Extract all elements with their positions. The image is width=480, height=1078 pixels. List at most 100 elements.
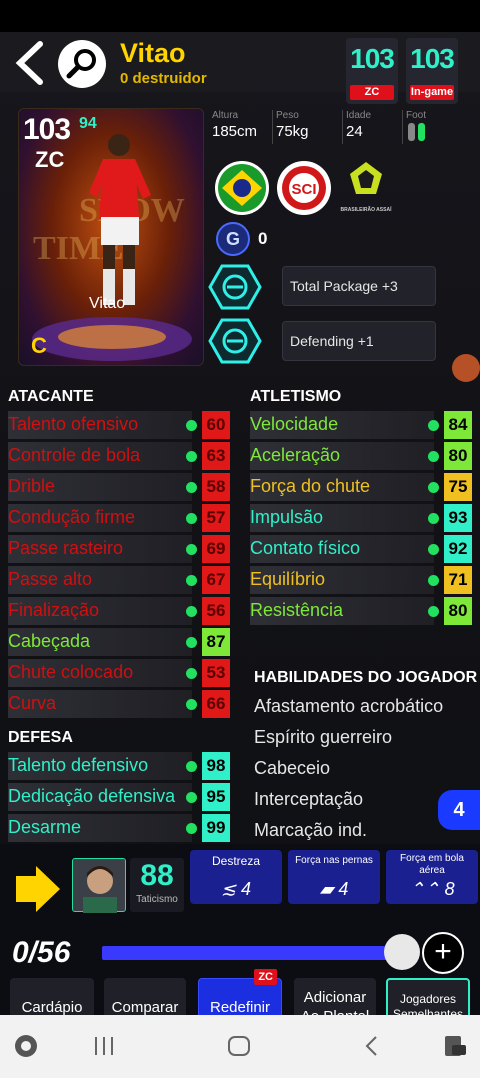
skill-item[interactable]: Espírito guerreiro xyxy=(254,727,392,748)
player-name: Vitao xyxy=(120,38,186,68)
forca-bola-box[interactable]: Força em bola aérea ⌃⌃ 8 xyxy=(386,850,478,904)
age-label: Idade xyxy=(346,110,372,121)
stat-name: Força do chute xyxy=(250,476,371,496)
boost-hex-icon xyxy=(208,318,262,364)
stat-name: Equilíbrio xyxy=(250,569,326,589)
card-grade: C xyxy=(31,333,47,358)
progress-fill xyxy=(102,946,390,960)
card-rating: 103 xyxy=(23,113,71,146)
skills-count-badge[interactable]: 4 xyxy=(438,790,480,830)
stat-indicator-icon xyxy=(186,761,197,772)
stat-name: Talento ofensivo xyxy=(8,414,139,434)
stat-indicator-icon xyxy=(428,482,439,493)
side-marker-icon[interactable] xyxy=(452,354,480,382)
stat-value: 99 xyxy=(202,814,230,842)
stat-indicator-icon xyxy=(186,823,197,834)
taticismo-value: 88 xyxy=(140,859,174,892)
compare-button[interactable]: Comparar xyxy=(104,978,186,1015)
rating-zc-box: 103 ZC xyxy=(346,38,398,104)
foot-icon xyxy=(408,123,425,141)
stat-row: Impulsão 93 xyxy=(250,504,472,532)
stat-row: Chute colocado 53 xyxy=(8,659,230,687)
player-face-icon xyxy=(83,866,117,913)
stat-indicator-icon xyxy=(186,699,197,710)
age-value: 24 xyxy=(346,123,363,140)
reset-button[interactable]: Redefinir ZC xyxy=(198,969,282,1016)
stat-indicator-icon xyxy=(428,451,439,462)
card-position: ZC xyxy=(35,147,65,172)
stat-row: Dedicação defensiva 95 xyxy=(8,783,230,811)
search-button[interactable] xyxy=(58,40,106,88)
stat-indicator-icon xyxy=(186,575,197,586)
stat-row: Passe alto 67 xyxy=(8,566,230,594)
destreza-box[interactable]: Destreza ≲ 4 xyxy=(190,850,282,904)
stat-value: 58 xyxy=(202,473,230,501)
boost-total-package[interactable]: Total Package +3 xyxy=(282,266,436,306)
skill-item[interactable]: Interceptação xyxy=(254,789,363,810)
boost-defending[interactable]: Defending +1 xyxy=(282,321,436,361)
stat-row: Controle de bola 63 xyxy=(8,442,230,470)
height-label: Altura xyxy=(212,110,239,121)
g-count: 0 xyxy=(258,229,268,248)
stat-value: 98 xyxy=(202,752,230,780)
rating-ingame-box: 103 In-game xyxy=(406,38,458,104)
stat-name: Cabeçada xyxy=(8,631,91,651)
destreza-label: Destreza xyxy=(211,854,261,868)
weight-cell: Peso 75kg xyxy=(272,110,309,144)
stat-value: 87 xyxy=(202,628,230,656)
stat-row: Contato físico 92 xyxy=(250,535,472,563)
stat-name: Impulsão xyxy=(250,507,324,527)
stat-name: Contato físico xyxy=(250,538,361,558)
player-thumbnail[interactable] xyxy=(72,858,126,913)
height-value: 185cm xyxy=(212,123,258,140)
g-badge-icon[interactable]: G xyxy=(216,222,250,256)
play-arrow-icon[interactable] xyxy=(12,862,64,916)
skill-item[interactable]: Marcação ind. xyxy=(254,820,367,841)
stat-value: 69 xyxy=(202,535,230,563)
card-name: Vitao xyxy=(89,295,126,312)
stat-indicator-icon xyxy=(428,606,439,617)
stat-name: Finalização xyxy=(8,600,100,620)
foot-cell: Foot xyxy=(402,110,430,148)
stat-indicator-icon xyxy=(186,513,197,524)
home-icon[interactable] xyxy=(226,1033,252,1059)
similar-players-button[interactable]: Jogadores Semelhantes xyxy=(386,978,470,1015)
stat-value: 67 xyxy=(202,566,230,594)
boost-hex-icon xyxy=(208,264,262,310)
stat-row: Condução firme 57 xyxy=(8,504,230,532)
forca-pernas-box[interactable]: Força nas pernas ▰ 4 xyxy=(288,850,380,904)
stat-value: 53 xyxy=(202,659,230,687)
player-card[interactable]: SHOW TIME 103 94 ZC Vitao C xyxy=(18,108,204,366)
back-nav-icon[interactable] xyxy=(362,1033,382,1059)
stat-row: Drible 58 xyxy=(8,473,230,501)
screen-rotate-icon[interactable] xyxy=(440,1033,468,1059)
stat-name: Controle de bola xyxy=(8,445,141,465)
progress-text: 0/56 xyxy=(12,936,71,969)
stat-value: 93 xyxy=(444,504,472,532)
stat-value: 84 xyxy=(444,411,472,439)
stat-value: 95 xyxy=(202,783,230,811)
progress-track[interactable] xyxy=(102,946,402,960)
league-label: BRASILEIRÃO ASSAÍ xyxy=(340,207,392,213)
stat-row: Resistência 80 xyxy=(250,597,472,625)
stat-value: 63 xyxy=(202,442,230,470)
bottom-panel: 88 Taticismo Destreza ≲ 4 Força nas pern… xyxy=(0,844,480,1015)
section-defesa-title: DEFESA xyxy=(8,729,73,746)
boot-icon: ▰ xyxy=(319,879,339,899)
stat-row: Talento defensivo 98 xyxy=(8,752,230,780)
menu-button[interactable]: Cardápio xyxy=(10,978,94,1015)
stat-name: Dedicação defensiva xyxy=(8,786,176,806)
stat-name: Desarme xyxy=(8,817,82,837)
plus-button[interactable]: + xyxy=(422,932,464,974)
reset-label: Redefinir xyxy=(209,998,271,1016)
stat-name: Condução firme xyxy=(8,507,136,527)
game-tools-icon[interactable] xyxy=(12,1033,40,1059)
recent-apps-icon[interactable] xyxy=(92,1033,116,1059)
stat-name: Passe rasteiro xyxy=(8,538,124,558)
status-bar xyxy=(0,0,480,32)
skill-item[interactable]: Cabeceio xyxy=(254,758,330,779)
skill-item[interactable]: Afastamento acrobático xyxy=(254,696,443,717)
back-arrow-icon[interactable] xyxy=(8,38,52,88)
add-to-squad-button[interactable]: Adicionar Ao Plantel xyxy=(294,978,376,1015)
progress-knob[interactable] xyxy=(384,934,420,970)
